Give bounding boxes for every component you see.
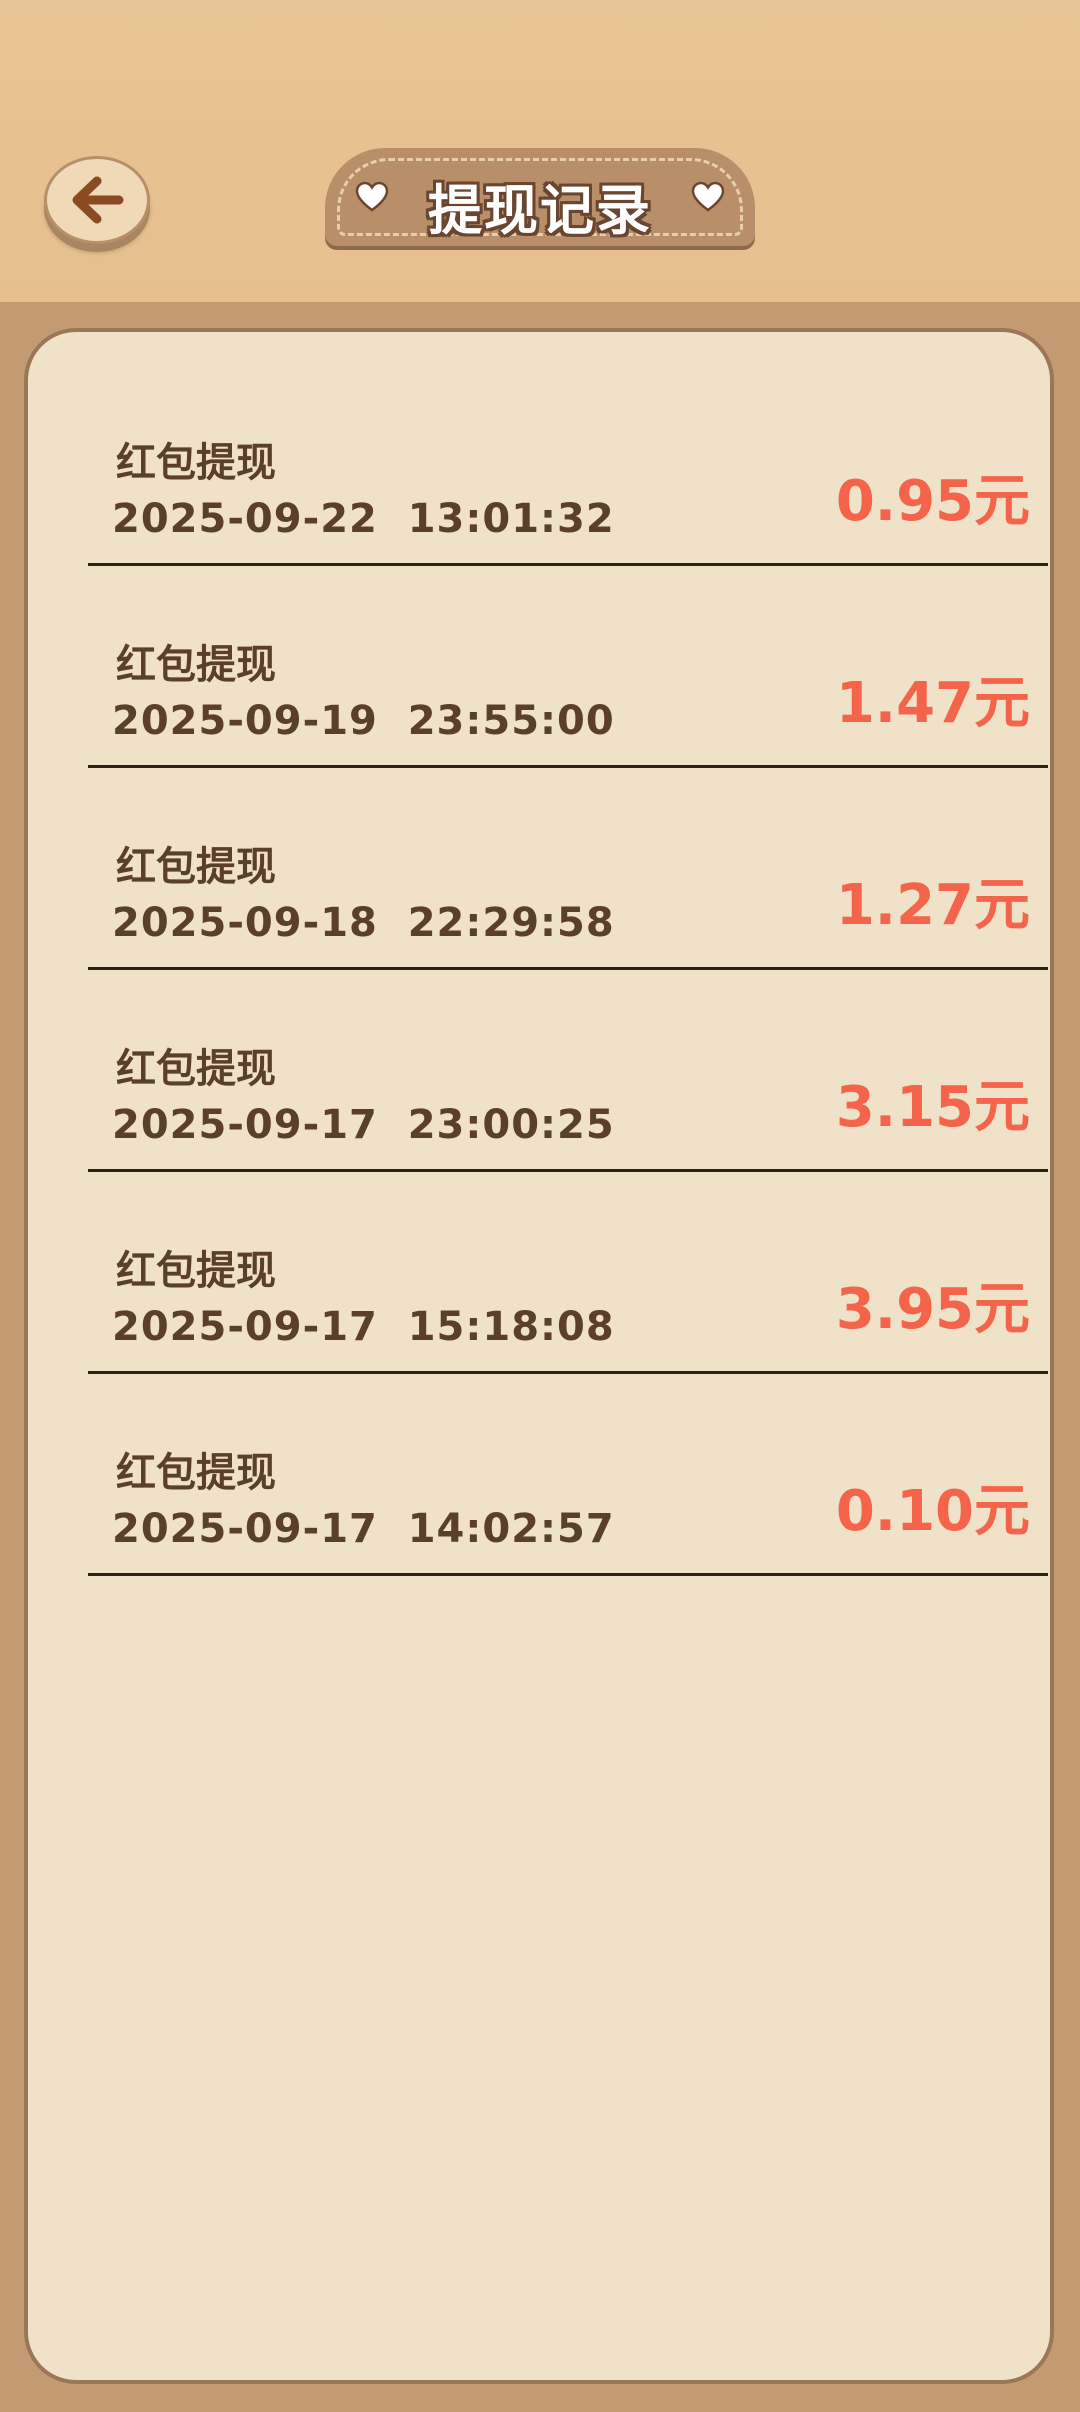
list-item: 红包提现 2025-09-17 15:18:08 3.95元 xyxy=(88,1174,1048,1374)
header-bar: 提现记录 xyxy=(0,0,1080,302)
list-item: 红包提现 2025-09-17 14:02:57 0.10元 xyxy=(88,1376,1048,1576)
list-item: 红包提现 2025-09-22 13:01:32 0.95元 xyxy=(88,366,1048,566)
back-button[interactable] xyxy=(44,156,150,244)
record-title: 红包提现 xyxy=(116,1450,276,1496)
list-item: 红包提现 2025-09-19 23:55:00 1.47元 xyxy=(88,568,1048,768)
record-amount: 3.95元 xyxy=(835,1277,1030,1342)
arrow-left-icon xyxy=(72,176,124,224)
page: 提现记录 红包提现 2025-09-22 13:01:32 0.95元 红包提现… xyxy=(0,0,1080,2412)
list-item: 红包提现 2025-09-18 22:29:58 1.27元 xyxy=(88,770,1048,970)
record-time: 2025-09-18 22:29:58 xyxy=(112,900,615,946)
record-time: 2025-09-22 13:01:32 xyxy=(112,496,615,542)
record-amount: 0.10元 xyxy=(835,1479,1030,1544)
record-time: 2025-09-19 23:55:00 xyxy=(112,698,615,744)
title-plaque: 提现记录 xyxy=(325,148,755,246)
record-title: 红包提现 xyxy=(116,844,276,890)
record-amount: 1.27元 xyxy=(835,873,1030,938)
record-title: 红包提现 xyxy=(116,1046,276,1092)
list-item: 红包提现 2025-09-17 23:00:25 3.15元 xyxy=(88,972,1048,1172)
record-amount: 1.47元 xyxy=(835,671,1030,736)
heart-icon xyxy=(691,181,725,212)
record-amount: 3.15元 xyxy=(835,1075,1030,1140)
record-time: 2025-09-17 14:02:57 xyxy=(112,1506,615,1552)
record-amount: 0.95元 xyxy=(835,469,1030,534)
record-title: 红包提现 xyxy=(116,1248,276,1294)
record-time: 2025-09-17 23:00:25 xyxy=(112,1102,615,1148)
record-title: 红包提现 xyxy=(116,642,276,688)
record-time: 2025-09-17 15:18:08 xyxy=(112,1304,615,1350)
records-card: 红包提现 2025-09-22 13:01:32 0.95元 红包提现 2025… xyxy=(24,328,1054,2384)
record-title: 红包提现 xyxy=(116,440,276,486)
